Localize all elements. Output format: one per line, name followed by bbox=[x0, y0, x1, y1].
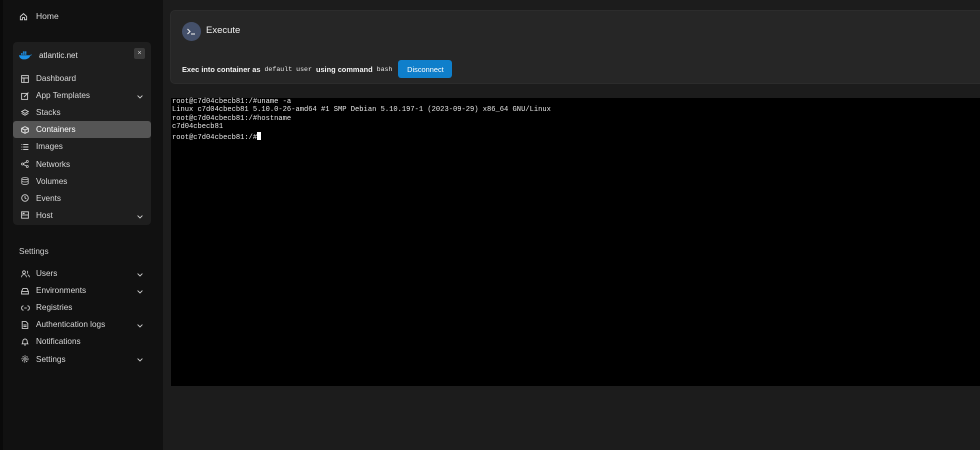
settings-item-users[interactable]: Users bbox=[13, 265, 151, 282]
chevron-down-icon[interactable] bbox=[137, 287, 143, 296]
cube-icon bbox=[19, 125, 31, 134]
settings-item-environments[interactable]: Environments bbox=[13, 282, 151, 299]
environment-panel: atlantic.net × Dashboard App Templates Sta… bbox=[13, 42, 151, 225]
sidebar-item-images[interactable]: Images bbox=[13, 138, 151, 155]
settings-item-notifications[interactable]: Notifications bbox=[13, 333, 151, 350]
database-icon bbox=[19, 177, 31, 185]
exec-user-value: default user bbox=[264, 65, 312, 73]
sidebar-item-app-templates[interactable]: App Templates bbox=[13, 87, 151, 104]
exec-middle-text: using command bbox=[315, 64, 373, 74]
terminal-icon bbox=[182, 22, 201, 41]
registry-icon bbox=[19, 304, 31, 312]
chevron-down-icon[interactable] bbox=[137, 321, 143, 330]
settings-item-authentication-logs[interactable]: Authentication logs bbox=[13, 316, 151, 333]
settings-nav: Users Environments Registries Authenticatio… bbox=[13, 265, 151, 368]
sidebar-item-label: Images bbox=[36, 142, 63, 152]
sidebar-item-label: Volumes bbox=[36, 176, 68, 186]
sidebar-item-label: App Templates bbox=[36, 91, 91, 101]
terminal-line-text: root@c7d04cbecb81:/#uname -a bbox=[172, 98, 292, 106]
edit-icon bbox=[19, 91, 31, 100]
docker-icon bbox=[18, 50, 32, 60]
sidebar-item-home[interactable]: Home bbox=[19, 9, 59, 23]
terminal-line-text: root@c7d04cbecb81:/# bbox=[172, 133, 258, 142]
sidebar: Home atlantic.net × Dashboard App Templat… bbox=[0, 0, 163, 450]
sidebar-item-label: Containers bbox=[36, 125, 76, 135]
chevron-down-icon[interactable] bbox=[137, 355, 143, 364]
terminal-line: root@c7d04cbecb81:/#hostname bbox=[172, 115, 980, 123]
home-icon bbox=[19, 12, 31, 21]
sidebar-item-label: Events bbox=[36, 193, 62, 203]
environment-nav: Dashboard App Templates Stacks Containers Im… bbox=[13, 70, 151, 224]
file-icon bbox=[19, 320, 31, 329]
chevron-down-icon[interactable] bbox=[137, 92, 143, 101]
environment-icon bbox=[19, 287, 31, 295]
main-content: Execute Exec into container as default u… bbox=[163, 0, 980, 450]
sidebar-item-label: Environments bbox=[36, 286, 87, 296]
sidebar-item-label: Host bbox=[36, 210, 53, 220]
sidebar-item-events[interactable]: Events bbox=[13, 190, 151, 207]
sidebar-item-label: Dashboard bbox=[36, 74, 77, 84]
execute-panel: Execute Exec into container as default u… bbox=[170, 10, 980, 84]
terminal-line: c7d04cbecb81 bbox=[172, 123, 980, 131]
close-environment-button[interactable]: × bbox=[134, 48, 145, 59]
sidebar-item-label: Stacks bbox=[36, 108, 61, 118]
sidebar-item-label: Authentication logs bbox=[36, 320, 106, 330]
list-icon bbox=[19, 143, 31, 151]
disconnect-button[interactable]: Disconnect bbox=[398, 60, 453, 78]
exec-prefix-text: Exec into container as bbox=[182, 64, 261, 74]
sidebar-item-containers[interactable]: Containers bbox=[13, 121, 151, 139]
settings-item-registries[interactable]: Registries bbox=[13, 299, 151, 316]
environment-name: atlantic.net bbox=[39, 50, 78, 60]
environment-header: atlantic.net × bbox=[18, 48, 148, 62]
sidebar-item-label: Networks bbox=[36, 159, 71, 169]
terminal-line: root@c7d04cbecb81:/# bbox=[172, 131, 980, 142]
dashboard-icon bbox=[19, 74, 31, 83]
settings-section-title: Settings bbox=[19, 247, 49, 256]
sidebar-item-label: Home bbox=[36, 11, 59, 21]
panel-title: Execute bbox=[206, 25, 241, 36]
sidebar-item-stacks[interactable]: Stacks bbox=[13, 104, 151, 121]
server-icon bbox=[19, 211, 31, 219]
chevron-down-icon[interactable] bbox=[137, 212, 143, 221]
sidebar-item-networks[interactable]: Networks bbox=[13, 155, 151, 172]
sidebar-item-label: Registries bbox=[36, 303, 73, 313]
chevron-down-icon[interactable] bbox=[137, 270, 143, 279]
terminal-line-text: c7d04cbecb81 bbox=[172, 123, 224, 132]
sidebar-item-label: Settings bbox=[36, 354, 66, 364]
sidebar-item-host[interactable]: Host bbox=[13, 207, 151, 224]
terminal-line: Linux c7d04cbecb81 5.10.0-26-amd64 #1 SM… bbox=[172, 106, 980, 114]
sidebar-item-dashboard[interactable]: Dashboard bbox=[13, 70, 151, 87]
exec-description: Exec into container as default user usin… bbox=[182, 60, 453, 78]
stacks-icon bbox=[19, 109, 31, 117]
users-icon bbox=[19, 269, 31, 278]
terminal-line: root@c7d04cbecb81:/#uname -a bbox=[172, 98, 980, 106]
sidebar-item-label: Users bbox=[36, 269, 58, 279]
share-icon bbox=[19, 160, 31, 168]
sidebar-item-volumes[interactable]: Volumes bbox=[13, 173, 151, 190]
terminal-console[interactable]: root@c7d04cbecb81:/#uname -a Linux c7d04c… bbox=[171, 98, 980, 386]
bell-icon bbox=[19, 338, 31, 346]
terminal-line-text: root@c7d04cbecb81:/#hostname bbox=[172, 114, 292, 123]
terminal-cursor bbox=[257, 131, 262, 140]
clock-icon bbox=[19, 194, 31, 202]
sidebar-edge bbox=[0, 0, 3, 450]
terminal-line-text: Linux c7d04cbecb81 5.10.0-26-amd64 #1 SM… bbox=[172, 106, 551, 115]
settings-item-settings[interactable]: Settings bbox=[13, 350, 151, 367]
gear-icon bbox=[19, 355, 31, 363]
exec-command-value: bash bbox=[376, 65, 393, 73]
sidebar-item-label: Notifications bbox=[36, 337, 81, 347]
